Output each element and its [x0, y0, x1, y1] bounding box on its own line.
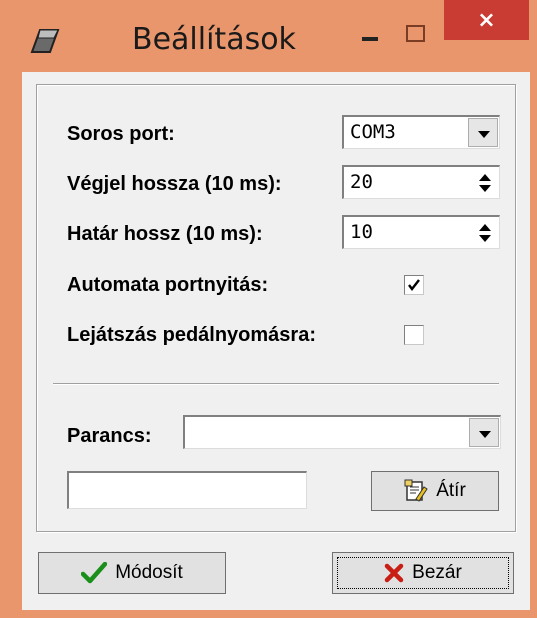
spin-up-icon[interactable]: [472, 168, 498, 183]
title-bar[interactable]: Beállítások ×: [0, 0, 537, 72]
command-label: Parancs:: [67, 425, 152, 447]
auto-open-checkbox[interactable]: [404, 275, 424, 295]
limit-length-spinner[interactable]: 10: [342, 215, 500, 249]
edit-document-icon: [404, 479, 428, 503]
end-signal-value: 20: [350, 171, 373, 193]
auto-open-label: Automata portnyitás:: [67, 274, 269, 296]
minimize-button[interactable]: [352, 20, 388, 50]
settings-window: Beállítások × Soros port: COM3 Végjel ho…: [0, 0, 537, 618]
separator: [53, 383, 499, 385]
window-title: Beállítások: [132, 22, 296, 57]
spin-down-icon[interactable]: [472, 233, 498, 248]
end-signal-label: Végjel hossza (10 ms):: [67, 173, 282, 195]
chevron-down-icon[interactable]: [468, 118, 498, 147]
checkbox-check-icon: [408, 279, 420, 291]
command-select[interactable]: [183, 415, 501, 449]
modify-button[interactable]: Módosít: [38, 552, 226, 594]
focus-rectangle: [337, 557, 509, 589]
limit-length-label: Határ hossz (10 ms):: [67, 223, 263, 245]
serial-port-label: Soros port:: [67, 123, 175, 145]
pedal-play-checkbox[interactable]: [404, 325, 424, 345]
limit-length-value: 10: [350, 221, 373, 243]
rewrite-button[interactable]: Átír: [371, 471, 499, 511]
limit-length-spin-buttons[interactable]: [472, 218, 498, 247]
spin-up-icon[interactable]: [472, 218, 498, 233]
maximize-button[interactable]: [397, 20, 433, 50]
end-signal-spinner[interactable]: 20: [342, 165, 500, 199]
pencil-icon: [28, 26, 66, 56]
serial-port-value: COM3: [350, 121, 396, 143]
pedal-play-label: Lejátszás pedálnyomásra:: [67, 324, 316, 346]
spin-down-icon[interactable]: [472, 183, 498, 198]
dialog-client-area: Soros port: COM3 Végjel hossza (10 ms): …: [22, 72, 530, 610]
close-button[interactable]: Bezár: [332, 552, 514, 594]
command-text-input[interactable]: [67, 471, 307, 509]
close-window-button[interactable]: ×: [444, 0, 529, 40]
rewrite-button-label: Átír: [436, 480, 466, 501]
settings-group: Soros port: COM3 Végjel hossza (10 ms): …: [36, 84, 516, 532]
end-signal-spin-buttons[interactable]: [472, 168, 498, 197]
chevron-down-icon[interactable]: [469, 418, 499, 447]
modify-button-label: Módosít: [115, 562, 183, 583]
checkmark-icon: [81, 562, 108, 584]
serial-port-select[interactable]: COM3: [342, 115, 500, 149]
